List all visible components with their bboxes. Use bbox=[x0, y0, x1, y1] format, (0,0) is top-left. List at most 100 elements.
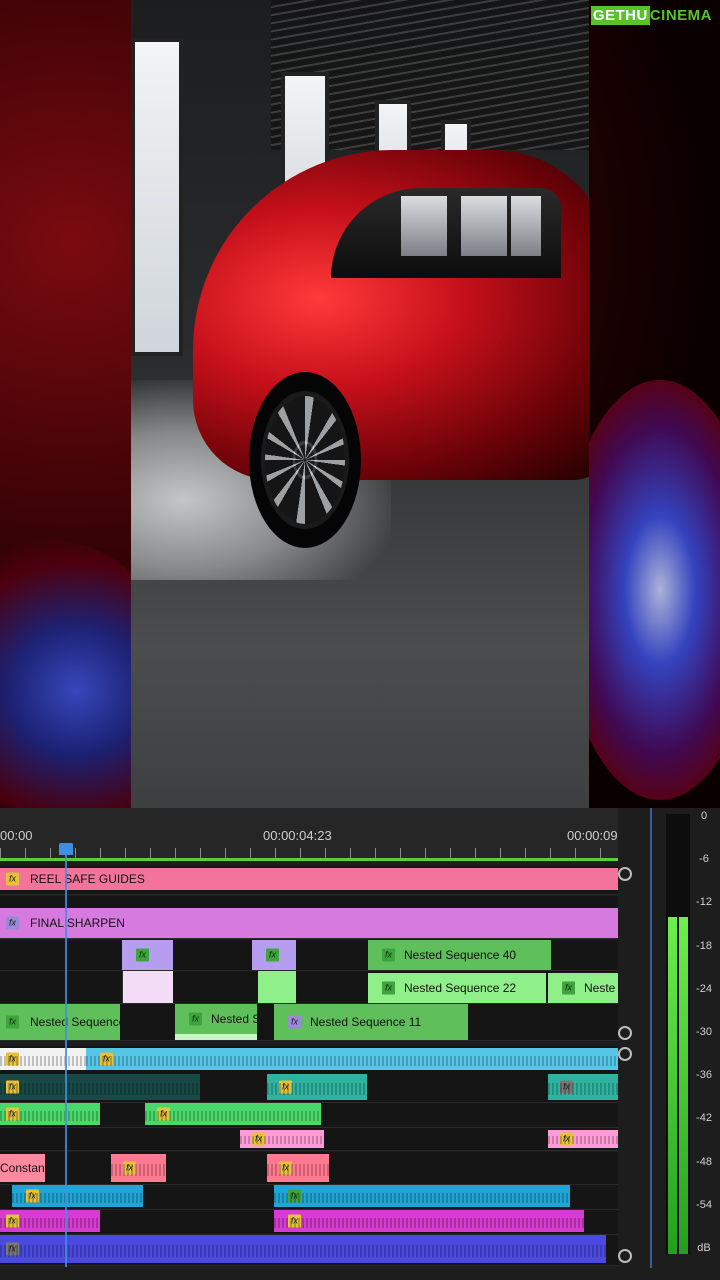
audio-clip[interactable]: fx bbox=[267, 1074, 367, 1100]
fx-badge[interactable]: fx bbox=[382, 948, 395, 962]
playhead-handle[interactable] bbox=[59, 843, 73, 855]
fx-badge[interactable]: fx bbox=[189, 1012, 202, 1026]
audio-meter: 0 -6 -12 -18 -24 -30 -36 -42 -48 -54 dB bbox=[650, 808, 720, 1268]
clip-nested-sequence-40[interactable]: fx Nested Sequence 40 bbox=[368, 940, 551, 970]
fx-badge[interactable]: fx bbox=[6, 1052, 19, 1066]
db-label: -24 bbox=[696, 982, 712, 995]
fx-badge[interactable]: fx bbox=[288, 1189, 301, 1203]
clip-nested-sequence[interactable]: fx Nested Sequence bbox=[0, 1004, 120, 1040]
audio-clip[interactable]: fx bbox=[548, 1130, 618, 1148]
ruler-ticks bbox=[0, 848, 618, 858]
time-ruler[interactable]: 00:00 00:00:04:23 00:00:09 bbox=[0, 808, 618, 861]
fx-badge[interactable]: fx bbox=[6, 1015, 19, 1029]
fx-badge[interactable]: fx bbox=[6, 1107, 19, 1121]
fx-badge[interactable]: fx bbox=[136, 948, 149, 962]
garage-window bbox=[131, 38, 183, 356]
meter-divider bbox=[650, 808, 652, 1268]
audio-clip[interactable]: fx bbox=[0, 1048, 86, 1070]
audio-track-2: fx fx fx bbox=[0, 1072, 618, 1103]
timeline-panel: 00:00 00:00:04:23 00:00:09 fx REEL SAFE … bbox=[0, 808, 720, 1280]
scroll-knob-bottom[interactable] bbox=[618, 1249, 632, 1263]
fx-badge[interactable]: fx bbox=[266, 948, 279, 962]
audio-clip[interactable]: fx bbox=[0, 1210, 100, 1232]
fx-badge[interactable]: fx bbox=[560, 1080, 573, 1094]
fx-badge[interactable]: fx bbox=[100, 1052, 113, 1066]
audio-clip[interactable]: fx bbox=[240, 1130, 324, 1148]
fx-badge[interactable]: fx bbox=[562, 981, 575, 995]
fx-badge[interactable]: fx bbox=[123, 1161, 136, 1175]
audio-clip[interactable]: fx bbox=[274, 1210, 584, 1232]
work-area-bar[interactable] bbox=[0, 858, 618, 861]
db-label: -48 bbox=[696, 1155, 712, 1168]
clip-nested-truncated[interactable]: fx Neste bbox=[548, 973, 618, 1003]
fx-badge[interactable]: fx bbox=[252, 1132, 265, 1146]
audio-clip[interactable]: fx bbox=[111, 1154, 166, 1182]
clip-final-sharpen[interactable]: fx FINAL SHARPEN bbox=[0, 908, 618, 938]
fx-badge[interactable]: fx bbox=[6, 872, 19, 886]
audio-clip[interactable]: fx bbox=[0, 1103, 100, 1125]
scroll-knob-audio-start[interactable] bbox=[618, 1047, 632, 1061]
fx-badge[interactable]: fx bbox=[6, 1242, 19, 1256]
audio-clip[interactable]: fx bbox=[274, 1185, 570, 1207]
meter-bar-right bbox=[679, 916, 688, 1254]
db-label: 0 bbox=[700, 810, 708, 822]
clip-nested-small[interactable]: fx bbox=[122, 940, 173, 970]
db-label: -54 bbox=[696, 1198, 712, 1211]
video-track-7: fx FINAL SHARPEN bbox=[0, 896, 618, 939]
watermark-logo: GETHU CINEMA bbox=[590, 6, 712, 25]
fx-badge[interactable]: fx bbox=[288, 1015, 301, 1029]
fx-badge[interactable]: fx bbox=[279, 1161, 292, 1175]
audio-clip[interactable]: fx bbox=[12, 1185, 143, 1207]
fx-badge[interactable]: fx bbox=[279, 1080, 292, 1094]
audio-clip[interactable]: fx bbox=[0, 1074, 200, 1100]
audio-track-1: fx fx bbox=[0, 1046, 618, 1073]
db-label: -12 bbox=[696, 896, 712, 909]
timecode-end: 00:00:09 bbox=[567, 828, 618, 843]
video-track-8: fx REEL SAFE GUIDES bbox=[0, 866, 618, 895]
audio-track-4: fx fx bbox=[0, 1128, 618, 1151]
db-label: -6 bbox=[699, 853, 709, 866]
video-track-6: fx fx fx Nested Sequence 40 bbox=[0, 940, 618, 971]
fx-badge[interactable]: fx bbox=[26, 1189, 39, 1203]
clip-nested-small[interactable] bbox=[258, 971, 296, 1003]
scroll-knob-video-end[interactable] bbox=[618, 1026, 632, 1040]
audio-clip[interactable]: fx bbox=[86, 1048, 618, 1070]
clip-nested-small[interactable] bbox=[122, 971, 173, 1003]
clip-constant[interactable]: Constant bbox=[0, 1154, 45, 1182]
fx-badge[interactable]: fx bbox=[6, 916, 19, 930]
fx-badge[interactable]: fx bbox=[6, 1080, 19, 1094]
timecode-start: 00:00 bbox=[0, 828, 33, 843]
playhead-line[interactable] bbox=[65, 855, 67, 1267]
fx-badge[interactable]: fx bbox=[560, 1132, 573, 1146]
audio-track-3: fx fx bbox=[0, 1103, 618, 1128]
video-track-5: fx Nested Sequence 22 fx Neste bbox=[0, 971, 618, 1004]
db-label: -42 bbox=[696, 1112, 712, 1125]
scroll-knob-top[interactable] bbox=[618, 867, 632, 881]
fx-badge[interactable]: fx bbox=[382, 981, 395, 995]
clip-nested-s[interactable]: fx Nested S bbox=[175, 1004, 257, 1040]
video-preview: GETHU CINEMA bbox=[0, 0, 720, 808]
audio-clip[interactable]: fx bbox=[0, 1235, 606, 1263]
audio-clip[interactable]: fx bbox=[267, 1154, 329, 1182]
db-label: -36 bbox=[696, 1069, 712, 1082]
audio-track-7: fx fx bbox=[0, 1210, 618, 1235]
clip-reel-safe-guides[interactable]: fx REEL SAFE GUIDES bbox=[0, 868, 618, 890]
audio-clip[interactable]: fx bbox=[548, 1074, 618, 1100]
audio-track-8: fx bbox=[0, 1235, 618, 1266]
db-label: dB bbox=[697, 1242, 711, 1254]
fx-badge[interactable]: fx bbox=[288, 1214, 301, 1228]
audio-track-5: Constant fx fx bbox=[0, 1152, 618, 1185]
clip-nested-sequence-11[interactable]: fx Nested Sequence 11 bbox=[274, 1004, 468, 1040]
audio-clip[interactable]: fx bbox=[145, 1103, 321, 1125]
clip-nested-sequence-22[interactable]: fx Nested Sequence 22 bbox=[368, 973, 546, 1003]
tracks-area: fx REEL SAFE GUIDES fx FINAL SHARPEN fx … bbox=[0, 864, 618, 1268]
audio-track-6: fx fx bbox=[0, 1185, 618, 1210]
reel-frame bbox=[131, 0, 589, 808]
db-label: -30 bbox=[696, 1026, 712, 1038]
fx-badge[interactable]: fx bbox=[6, 1214, 19, 1228]
clip-nested-small[interactable]: fx bbox=[252, 940, 296, 970]
video-track-4: fx Nested Sequence fx Nested S fx Nested… bbox=[0, 1004, 618, 1041]
meter-bar-left bbox=[668, 916, 677, 1254]
fx-badge[interactable]: fx bbox=[157, 1107, 170, 1121]
timecode-mid: 00:00:04:23 bbox=[263, 828, 332, 843]
